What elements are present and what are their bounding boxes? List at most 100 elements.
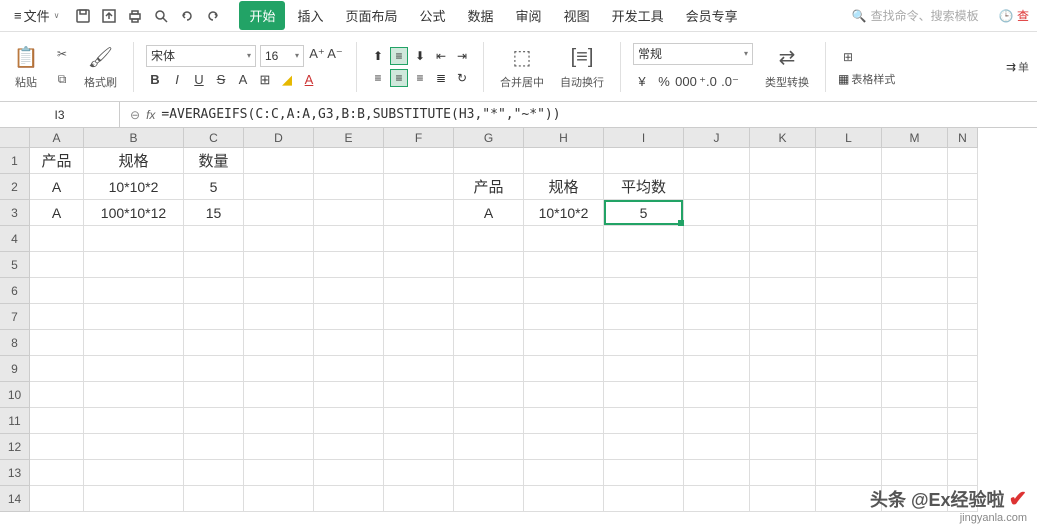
cell[interactable] xyxy=(524,408,604,434)
row-header[interactable]: 5 xyxy=(0,252,30,278)
cell[interactable] xyxy=(184,356,244,382)
cell[interactable] xyxy=(882,460,948,486)
number-format-select[interactable]: 常规▾ xyxy=(633,43,753,65)
comma-icon[interactable]: 000 xyxy=(677,73,695,91)
cell[interactable] xyxy=(384,486,454,512)
cell[interactable] xyxy=(30,408,84,434)
cell[interactable] xyxy=(684,174,750,200)
cell[interactable] xyxy=(454,382,524,408)
cell[interactable] xyxy=(184,460,244,486)
notification-icon[interactable]: 🕒 查 xyxy=(999,7,1029,24)
cell[interactable] xyxy=(30,460,84,486)
cell[interactable] xyxy=(84,460,184,486)
cell[interactable] xyxy=(524,486,604,512)
tab-dev-tools[interactable]: 开发工具 xyxy=(602,1,674,30)
cell[interactable] xyxy=(244,382,314,408)
merge-group[interactable]: ⬚ 合并居中 xyxy=(496,44,548,90)
increase-font-icon[interactable]: A⁺ xyxy=(308,45,326,63)
cell[interactable] xyxy=(314,174,384,200)
cell[interactable] xyxy=(684,382,750,408)
cell[interactable] xyxy=(684,148,750,174)
file-menu-button[interactable]: ≡ 文件 ∨ xyxy=(8,2,65,29)
cell[interactable] xyxy=(244,226,314,252)
tab-page-layout[interactable]: 页面布局 xyxy=(336,1,408,30)
cell[interactable] xyxy=(948,382,978,408)
cell[interactable] xyxy=(314,408,384,434)
cell[interactable] xyxy=(816,356,882,382)
cell[interactable] xyxy=(604,304,684,330)
cell[interactable]: 数量 xyxy=(184,148,244,174)
cell[interactable] xyxy=(684,408,750,434)
fx-icon[interactable]: fx xyxy=(146,108,155,122)
cell[interactable] xyxy=(30,304,84,330)
cell[interactable]: A xyxy=(30,200,84,226)
cell[interactable] xyxy=(882,304,948,330)
cell[interactable] xyxy=(184,382,244,408)
cells-area[interactable]: 产品规格数量A10*10*25产品规格平均数A100*10*1215A10*10… xyxy=(30,148,978,512)
cell[interactable] xyxy=(948,174,978,200)
cell[interactable] xyxy=(524,356,604,382)
cell[interactable] xyxy=(184,408,244,434)
cell[interactable] xyxy=(244,304,314,330)
cell[interactable] xyxy=(314,148,384,174)
indent-decrease-icon[interactable]: ⇤ xyxy=(432,47,450,65)
cell[interactable] xyxy=(244,252,314,278)
cell[interactable] xyxy=(184,486,244,512)
cell[interactable] xyxy=(314,460,384,486)
cell[interactable] xyxy=(524,434,604,460)
cell[interactable] xyxy=(684,200,750,226)
bold-button[interactable]: B xyxy=(146,71,164,89)
cell[interactable] xyxy=(30,356,84,382)
cell[interactable] xyxy=(948,252,978,278)
cell[interactable] xyxy=(454,252,524,278)
cell[interactable] xyxy=(816,434,882,460)
column-header[interactable]: A xyxy=(30,128,84,148)
cell[interactable] xyxy=(244,174,314,200)
row-header[interactable]: 6 xyxy=(0,278,30,304)
row-header[interactable]: 14 xyxy=(0,486,30,512)
cell[interactable] xyxy=(524,252,604,278)
cell[interactable] xyxy=(84,486,184,512)
table-styles-button[interactable]: ▦ 表格样式 xyxy=(838,71,895,87)
cell[interactable] xyxy=(882,148,948,174)
cell[interactable] xyxy=(384,226,454,252)
row-header[interactable]: 9 xyxy=(0,356,30,382)
column-header[interactable]: D xyxy=(244,128,314,148)
cell[interactable] xyxy=(684,226,750,252)
cell[interactable] xyxy=(314,434,384,460)
save-icon[interactable] xyxy=(73,6,93,26)
export-icon[interactable] xyxy=(99,6,119,26)
cell[interactable] xyxy=(384,304,454,330)
cell[interactable]: 15 xyxy=(184,200,244,226)
column-header[interactable]: B xyxy=(84,128,184,148)
select-all-corner[interactable] xyxy=(0,128,30,148)
column-header[interactable]: J xyxy=(684,128,750,148)
copy-icon[interactable]: ⧉ xyxy=(52,70,72,90)
cell[interactable] xyxy=(84,408,184,434)
cell[interactable]: 规格 xyxy=(84,148,184,174)
row-header[interactable]: 8 xyxy=(0,330,30,356)
cell[interactable] xyxy=(524,226,604,252)
underline-button[interactable]: U xyxy=(190,71,208,89)
cell[interactable] xyxy=(384,174,454,200)
align-center-icon[interactable]: ≡ xyxy=(390,69,408,87)
cut-icon[interactable]: ✂ xyxy=(52,44,72,64)
cell[interactable] xyxy=(948,408,978,434)
cell[interactable] xyxy=(314,356,384,382)
tab-start[interactable]: 开始 xyxy=(239,1,285,30)
format-painter-group[interactable]: 🖌 格式刷 xyxy=(80,44,121,90)
column-header[interactable]: C xyxy=(184,128,244,148)
cell[interactable] xyxy=(84,252,184,278)
indent-increase-icon[interactable]: ⇥ xyxy=(453,47,471,65)
cell[interactable] xyxy=(314,252,384,278)
undo-icon[interactable] xyxy=(177,6,197,26)
align-top-icon[interactable]: ⬆ xyxy=(369,47,387,65)
cell[interactable] xyxy=(384,434,454,460)
cell[interactable] xyxy=(184,434,244,460)
cell[interactable] xyxy=(604,356,684,382)
cell[interactable] xyxy=(84,382,184,408)
cell[interactable] xyxy=(604,148,684,174)
cell[interactable] xyxy=(84,278,184,304)
cell[interactable] xyxy=(244,148,314,174)
cell[interactable] xyxy=(750,174,816,200)
